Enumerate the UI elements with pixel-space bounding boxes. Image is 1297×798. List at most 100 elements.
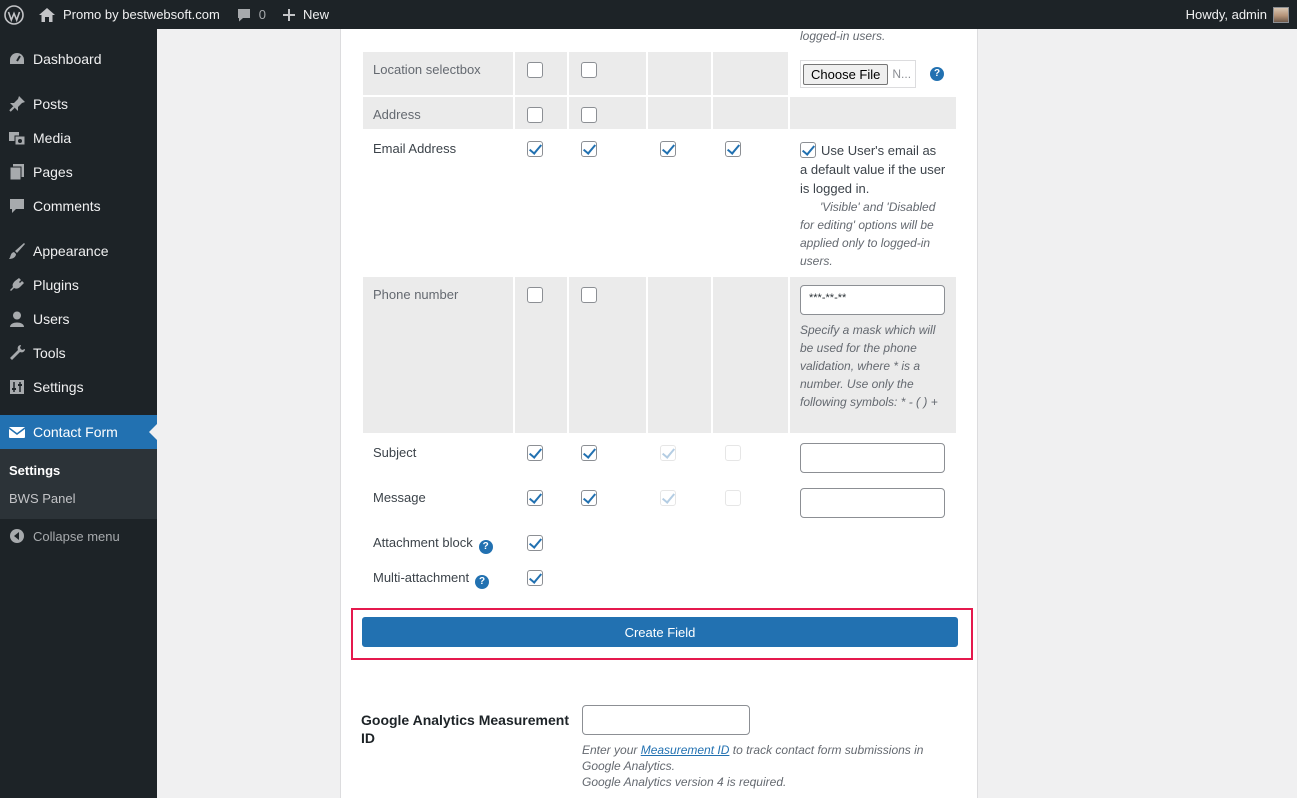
table-row-subject: Subject bbox=[363, 435, 956, 480]
choose-file-button[interactable]: Choose File bbox=[803, 63, 889, 85]
checkbox-used[interactable] bbox=[527, 535, 543, 551]
checkbox-required[interactable] bbox=[581, 445, 597, 461]
admin-bar: Promo by bestwebsoft.com 0 New Howdy, ad… bbox=[0, 0, 1297, 29]
comment-icon bbox=[7, 196, 27, 216]
field-name: Location selectbox bbox=[363, 52, 515, 95]
checkbox-used[interactable] bbox=[527, 62, 543, 78]
wrench-icon bbox=[7, 343, 27, 363]
pin-icon bbox=[7, 94, 27, 114]
phone-note: Specify a mask which will be used for th… bbox=[800, 323, 938, 409]
checkbox-disabled-editing bbox=[725, 445, 741, 461]
table-row-location-selectbox: Location selectbox Choose File N... ? bbox=[363, 52, 956, 97]
home-icon bbox=[39, 7, 55, 22]
checkbox-visible[interactable] bbox=[660, 141, 676, 157]
file-input[interactable]: Choose File N... bbox=[800, 60, 916, 88]
avatar bbox=[1273, 6, 1289, 23]
collapse-icon bbox=[7, 526, 27, 546]
settings-panel: logged-in users. Location selectbox Choo… bbox=[340, 29, 978, 798]
envelope-icon bbox=[7, 422, 27, 442]
message-default-input[interactable] bbox=[800, 488, 945, 518]
checkbox-required[interactable] bbox=[581, 490, 597, 506]
email-note: 'Visible' and 'Disabled for editing' opt… bbox=[800, 200, 936, 268]
checkbox-required[interactable] bbox=[581, 107, 597, 123]
help-icon[interactable]: ? bbox=[930, 67, 944, 81]
account-menu[interactable]: Howdy, admin bbox=[1178, 0, 1297, 29]
sidebar-item-users[interactable]: Users bbox=[0, 302, 157, 336]
site-name-link[interactable]: Promo by bestwebsoft.com bbox=[30, 0, 228, 29]
checkbox-required[interactable] bbox=[581, 62, 597, 78]
checkbox-disabled-editing bbox=[725, 490, 741, 506]
checkbox-used[interactable] bbox=[527, 570, 543, 586]
site-name: Promo by bestwebsoft.com bbox=[63, 7, 220, 22]
checkbox-visible bbox=[660, 490, 676, 506]
ga-description: Enter your Measurement ID to track conta… bbox=[582, 743, 924, 789]
table-row-phone-number: Phone number ***-**-** Specify a mask wh… bbox=[363, 277, 956, 435]
ga-measurement-label: Google Analytics Measurement ID bbox=[361, 712, 569, 746]
submenu-settings[interactable]: Settings bbox=[0, 456, 157, 484]
sidebar-item-plugins[interactable]: Plugins bbox=[0, 268, 157, 302]
pages-icon bbox=[7, 162, 27, 182]
sliders-icon bbox=[7, 377, 27, 397]
checkbox-used[interactable] bbox=[527, 445, 543, 461]
submenu-bws-panel[interactable]: BWS Panel bbox=[0, 484, 157, 512]
greeting: Howdy, admin bbox=[1185, 7, 1267, 22]
subject-default-input[interactable] bbox=[800, 443, 945, 473]
help-icon[interactable]: ? bbox=[475, 575, 490, 589]
collapse-menu-button[interactable]: Collapse menu bbox=[0, 519, 157, 553]
table-row-message: Message bbox=[363, 480, 956, 525]
dashboard-icon bbox=[7, 49, 27, 69]
help-icon[interactable]: ? bbox=[478, 540, 493, 554]
new-content-link[interactable]: New bbox=[274, 0, 337, 29]
field-name: Phone number bbox=[363, 277, 515, 433]
admin-sidebar: Dashboard Posts Media Pages Comments App… bbox=[0, 29, 157, 798]
sidebar-item-settings[interactable]: Settings bbox=[0, 370, 157, 404]
use-user-email-checkbox[interactable] bbox=[800, 142, 816, 158]
sidebar-item-tools[interactable]: Tools bbox=[0, 336, 157, 370]
table-row: logged-in users. bbox=[363, 29, 956, 52]
phone-mask-input[interactable]: ***-**-** bbox=[800, 285, 945, 315]
sidebar-item-posts[interactable]: Posts bbox=[0, 87, 157, 121]
comment-icon bbox=[237, 8, 250, 21]
table-row-email-address: Email Address Use User's email as a defa… bbox=[363, 131, 956, 277]
checkbox-visible bbox=[660, 445, 676, 461]
wordpress-logo-icon[interactable] bbox=[0, 0, 30, 29]
plus-icon bbox=[283, 8, 296, 21]
new-label: New bbox=[303, 7, 330, 22]
plug-icon bbox=[7, 275, 27, 295]
comments-count: 0 bbox=[258, 7, 267, 22]
user-icon bbox=[7, 309, 27, 329]
sidebar-item-dashboard[interactable]: Dashboard bbox=[0, 42, 157, 76]
checkbox-used[interactable] bbox=[527, 107, 543, 123]
checkbox-required[interactable] bbox=[581, 287, 597, 303]
field-name: Attachment block bbox=[373, 535, 473, 550]
field-name: Multi-attachment bbox=[373, 570, 470, 585]
checkbox-used[interactable] bbox=[527, 287, 543, 303]
file-status: N... bbox=[892, 67, 912, 81]
media-icon bbox=[7, 128, 27, 148]
top-note: logged-in users. bbox=[800, 29, 886, 43]
checkbox-used[interactable] bbox=[527, 141, 543, 157]
sidebar-item-contact-form[interactable]: Contact Form bbox=[0, 415, 157, 449]
sidebar-item-comments[interactable]: Comments bbox=[0, 189, 157, 223]
sidebar-item-pages[interactable]: Pages bbox=[0, 155, 157, 189]
contact-form-submenu: Settings BWS Panel bbox=[0, 449, 157, 519]
sidebar-item-appearance[interactable]: Appearance bbox=[0, 234, 157, 268]
sidebar-item-media[interactable]: Media bbox=[0, 121, 157, 155]
measurement-id-link[interactable]: Measurement ID bbox=[641, 743, 730, 757]
table-row-address: Address bbox=[363, 97, 956, 131]
field-name: Message bbox=[363, 480, 515, 523]
ga-measurement-input[interactable] bbox=[582, 705, 750, 735]
field-name: Address bbox=[363, 97, 515, 129]
comments-link[interactable]: 0 bbox=[228, 0, 274, 29]
brush-icon bbox=[7, 241, 27, 261]
checkbox-required[interactable] bbox=[581, 141, 597, 157]
table-row-multi-attachment: Multi-attachment? bbox=[363, 560, 956, 595]
checkbox-disabled-editing[interactable] bbox=[725, 141, 741, 157]
use-user-email-label: Use User's email as a default value if t… bbox=[800, 143, 946, 196]
field-name: Subject bbox=[363, 435, 515, 478]
create-field-button[interactable]: Create Field bbox=[362, 617, 958, 647]
field-name: Email Address bbox=[363, 131, 515, 275]
table-row-attachment-block: Attachment block? bbox=[363, 525, 956, 560]
fields-table: logged-in users. Location selectbox Choo… bbox=[363, 29, 956, 595]
checkbox-used[interactable] bbox=[527, 490, 543, 506]
